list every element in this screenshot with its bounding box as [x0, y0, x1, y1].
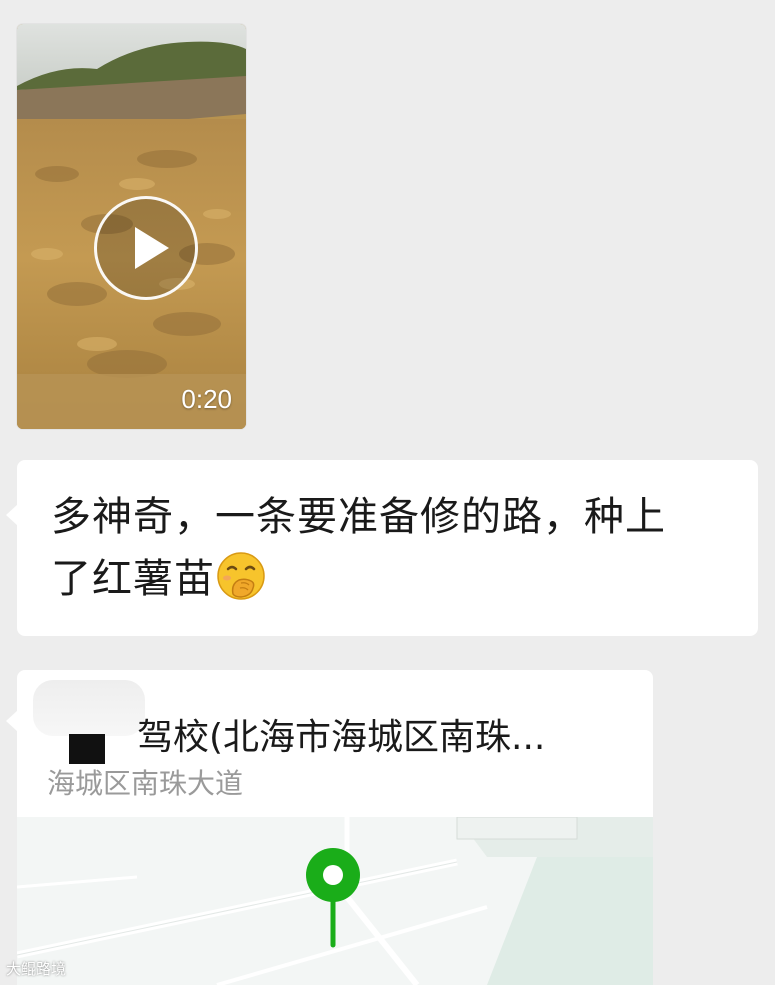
location-card[interactable]: 驾校(北海市海城区南珠... 海城区南珠大道 — [17, 670, 653, 985]
bubble-tail — [6, 504, 18, 526]
redaction-mark — [33, 680, 145, 736]
message-line-2: 了红薯苗 — [51, 556, 215, 602]
play-icon — [135, 227, 169, 269]
location-map-preview — [17, 817, 653, 985]
message-line-1: 多神奇，一条要准备修的路，种上 — [51, 494, 666, 540]
text-message-bubble[interactable]: 多神奇，一条要准备修的路，种上 了红薯苗 — [6, 460, 758, 636]
watermark-text: 大鲲路境 — [6, 960, 67, 978]
video-message[interactable]: 0:20 — [17, 24, 246, 429]
face-with-hand-over-mouth-icon — [217, 552, 265, 600]
play-button[interactable] — [94, 196, 198, 300]
chat-view: 0:20 多神奇，一条要准备修的路，种上 了红薯苗 驾校(北海市海城区南珠...… — [0, 0, 775, 985]
message-text: 多神奇，一条要准备修的路，种上 了红薯苗 — [51, 486, 728, 610]
redacted-name-block — [69, 734, 105, 764]
location-address: 海城区南珠大道 — [47, 767, 244, 800]
video-duration: 0:20 — [181, 384, 232, 414]
location-title: 驾校(北海市海城区南珠... — [137, 717, 546, 758]
